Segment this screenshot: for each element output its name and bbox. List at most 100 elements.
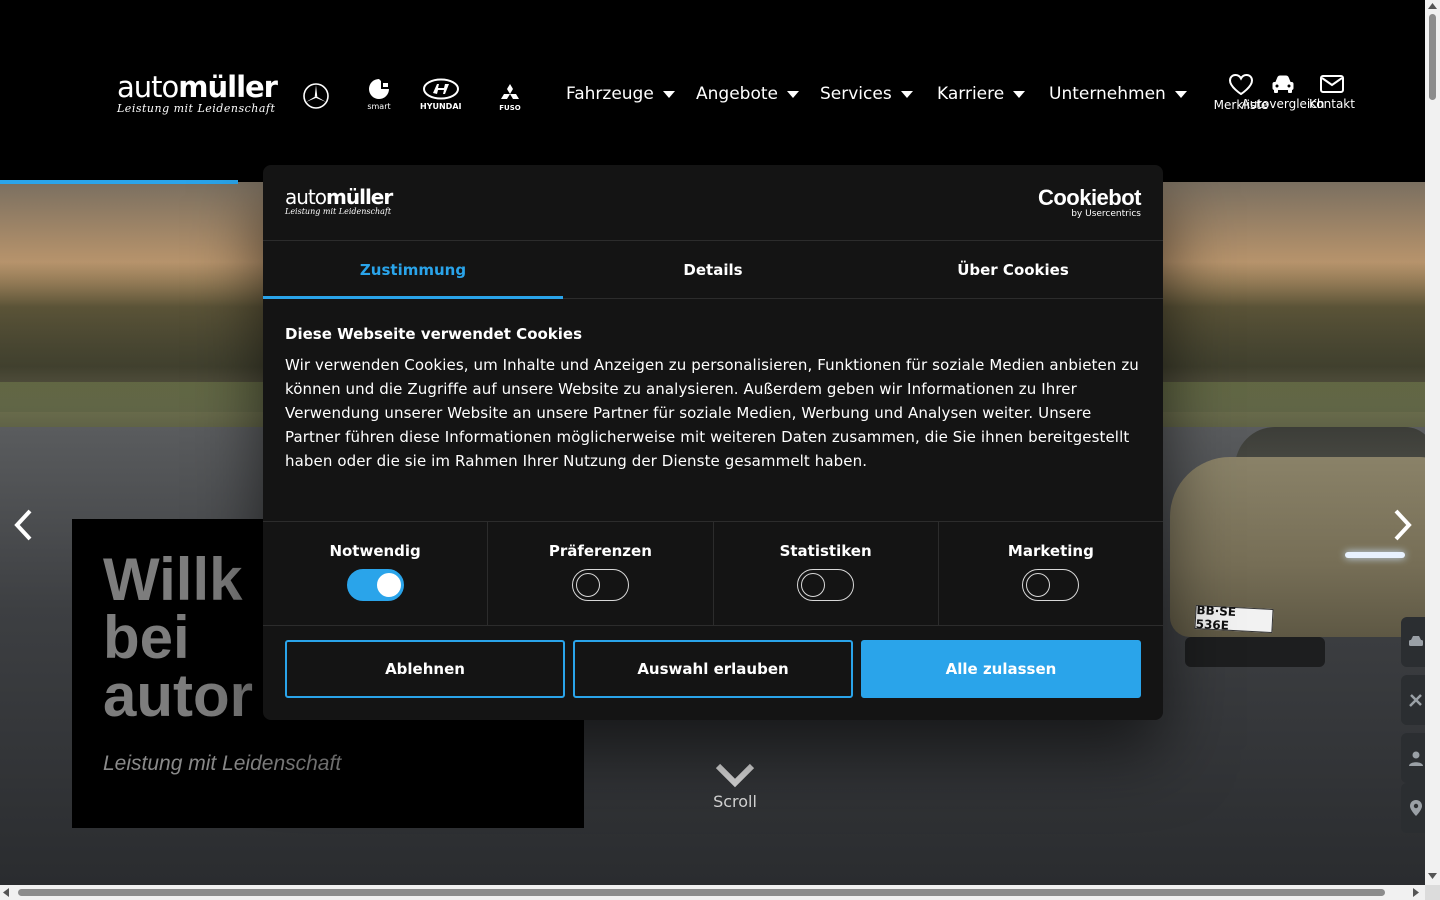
- toggle-statistiken[interactable]: [797, 569, 855, 601]
- cookie-dialog-title: Diese Webseite verwendet Cookies: [285, 325, 583, 343]
- page-viewport: automüller Leistung mit Leidenschaft sma…: [0, 0, 1425, 885]
- slider-next-button[interactable]: [1388, 507, 1418, 543]
- site-header: automüller Leistung mit Leidenschaft sma…: [0, 0, 1425, 180]
- mitsubishi-fuso-icon: [501, 84, 519, 99]
- welcome-subtitle: Leistung mit Leidenschaft: [103, 752, 342, 775]
- nav-services[interactable]: Services: [820, 84, 913, 104]
- brand-caption-fuso: FUSO: [499, 104, 521, 112]
- tab-zustimmung[interactable]: Zustimmung: [263, 241, 563, 299]
- consent-categories: Notwendig Präferenzen Statistiken Market…: [263, 521, 1163, 626]
- consent-label: Notwendig: [329, 542, 421, 560]
- vertical-scrollbar-thumb[interactable]: [1429, 14, 1436, 100]
- nav-label: Karriere: [937, 84, 1005, 104]
- tab-ueber-cookies[interactable]: Über Cookies: [863, 241, 1163, 298]
- toggle-knob: [1026, 573, 1051, 597]
- consent-praeferenzen: Präferenzen: [488, 522, 714, 625]
- toggle-knob: [801, 573, 826, 597]
- nav-label: Services: [820, 84, 892, 104]
- mail-icon: [1320, 75, 1344, 93]
- allow-selection-button[interactable]: Auswahl erlauben: [573, 640, 853, 698]
- scroll-down-arrow-icon[interactable]: [1428, 873, 1437, 879]
- nav-unternehmen[interactable]: Unternehmen: [1049, 84, 1187, 104]
- kontakt-label: Kontakt: [1309, 97, 1355, 111]
- hero-car-image: BB·SE 536E: [1145, 402, 1425, 692]
- cookiebot-logo[interactable]: Cookiebot by Usercentrics: [1037, 185, 1142, 220]
- scrollbar-corner: [1425, 885, 1440, 900]
- car-license-plate: BB·SE 536E: [1194, 603, 1274, 634]
- side-tab-car[interactable]: [1401, 617, 1425, 667]
- scroll-indicator[interactable]: Scroll: [700, 762, 770, 811]
- horizontal-scrollbar[interactable]: [0, 885, 1425, 900]
- chevron-left-icon: [14, 509, 32, 541]
- scroll-right-arrow-icon[interactable]: [1413, 888, 1419, 897]
- person-icon: [1409, 751, 1423, 766]
- vertical-scrollbar[interactable]: [1425, 0, 1440, 885]
- brand-fuso-link[interactable]: FUSO: [499, 84, 521, 113]
- nav-label: Unternehmen: [1049, 84, 1166, 104]
- side-tab-location[interactable]: [1401, 783, 1425, 833]
- mercedes-star-icon: [303, 83, 329, 109]
- cookiebot-wordmark: Cookiebot: [1037, 185, 1142, 210]
- cookie-consent-dialog: automüller Leistung mit Leidenschaft Coo…: [263, 165, 1163, 720]
- scroll-label: Scroll: [713, 792, 757, 811]
- logo-tagline: Leistung mit Leidenschaft: [117, 102, 276, 115]
- logo-word-bold: müller: [326, 185, 393, 209]
- side-tab-tools[interactable]: [1401, 675, 1425, 725]
- kontakt-link[interactable]: Kontakt: [1292, 73, 1372, 111]
- horizontal-scrollbar-thumb[interactable]: [18, 889, 1385, 896]
- hyundai-logo-icon: [422, 78, 459, 100]
- nav-karriere[interactable]: Karriere: [937, 84, 1026, 104]
- nav-label: Fahrzeuge: [566, 84, 654, 104]
- automueller-logo[interactable]: automüller Leistung mit Leidenschaft: [117, 70, 278, 115]
- allow-all-button[interactable]: Alle zulassen: [861, 640, 1141, 698]
- consent-label: Marketing: [1007, 542, 1094, 560]
- caret-down-icon: [900, 90, 913, 98]
- cookie-dialog-buttons: Ablehnen Auswahl erlauben Alle zulassen: [285, 640, 1141, 698]
- toggle-marketing[interactable]: [1022, 569, 1080, 601]
- toggle-notwendig[interactable]: [346, 569, 404, 601]
- caret-down-icon: [786, 90, 799, 98]
- side-tab-person[interactable]: [1401, 733, 1425, 783]
- reject-button[interactable]: Ablehnen: [285, 640, 565, 698]
- consent-statistiken: Statistiken: [714, 522, 939, 625]
- welcome-title-line: bei: [103, 604, 190, 671]
- wrench-icon: [1409, 694, 1422, 707]
- slider-progress-bar: [0, 180, 238, 184]
- toggle-praeferenzen[interactable]: [571, 569, 629, 601]
- logo-word-light: auto: [285, 185, 327, 209]
- car-headlight: [1345, 552, 1405, 558]
- slider-prev-button[interactable]: [8, 507, 38, 543]
- car-icon: [1409, 636, 1423, 646]
- caret-down-icon: [662, 90, 675, 98]
- scroll-left-arrow-icon[interactable]: [3, 888, 9, 897]
- caret-down-icon: [1174, 90, 1187, 98]
- cookie-dialog-logo: automüller Leistung mit Leidenschaft: [285, 185, 393, 216]
- brand-caption-smart: smart: [367, 102, 391, 111]
- cookie-dialog-text: Wir verwenden Cookies, um Inhalte und An…: [285, 356, 1139, 470]
- cookie-dialog-tabs: Zustimmung Details Über Cookies: [263, 241, 1163, 299]
- consent-notwendig: Notwendig: [263, 522, 489, 625]
- logo-tagline: Leistung mit Leidenschaft: [285, 207, 392, 216]
- nav-angebote[interactable]: Angebote: [696, 84, 799, 104]
- nav-fahrzeuge[interactable]: Fahrzeuge: [566, 84, 675, 104]
- caret-down-icon: [1013, 90, 1026, 98]
- toggle-knob: [376, 573, 401, 597]
- scroll-up-arrow-icon[interactable]: [1428, 3, 1437, 9]
- consent-marketing: Marketing: [939, 522, 1163, 625]
- smart-logo-icon: [369, 79, 389, 99]
- cookiebot-byline: by Usercentrics: [1071, 209, 1141, 219]
- brand-caption-hyundai: HYUNDAI: [420, 102, 462, 111]
- brand-mercedes-link[interactable]: [302, 82, 330, 110]
- brand-smart-link[interactable]: smart: [367, 78, 391, 111]
- welcome-title: Willk bei autor: [103, 546, 253, 726]
- brand-hyundai-link[interactable]: HYUNDAI: [420, 78, 462, 111]
- cookie-dialog-body: Diese Webseite verwendet Cookies Wir ver…: [285, 323, 1141, 473]
- consent-label: Präferenzen: [548, 542, 652, 560]
- chevron-down-icon: [715, 763, 755, 788]
- cookie-dialog-header: automüller Leistung mit Leidenschaft Coo…: [263, 165, 1163, 241]
- logo-word-light: auto: [117, 70, 179, 104]
- tab-details[interactable]: Details: [563, 241, 863, 298]
- toggle-knob: [575, 573, 600, 597]
- car-grille: [1185, 637, 1325, 667]
- welcome-title-line: Willk: [103, 546, 243, 613]
